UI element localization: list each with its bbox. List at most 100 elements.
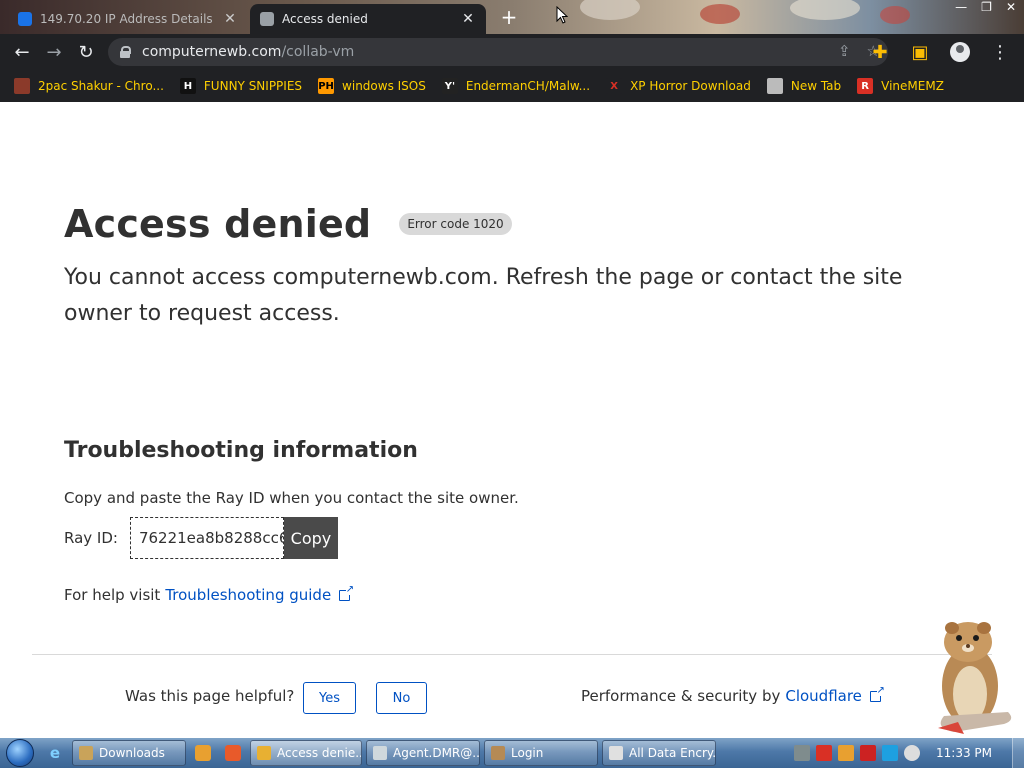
taskbar-window-label: Agent.DMR@... xyxy=(393,746,480,760)
cloudflare-link[interactable]: Cloudflare xyxy=(785,687,862,705)
wallpaper-splash xyxy=(700,4,740,24)
helpful-question: Was this page helpful? xyxy=(125,687,295,705)
taskbar-window-button[interactable]: Downloads xyxy=(72,740,186,766)
tab-title: 149.70.20 IP Address Details xyxy=(40,12,213,26)
ray-id-field[interactable]: 76221ea8b8288cc6 xyxy=(129,517,284,559)
bookmark-favicon-icon: PH xyxy=(318,78,335,94)
bookmark-label: FUNNY SNIPPIES xyxy=(203,79,303,93)
system-clock[interactable]: 11:33 PM xyxy=(936,746,992,760)
ray-id-row: Ray ID: 76221ea8b8288cc6 Copy xyxy=(64,517,338,559)
back-icon[interactable]: ← xyxy=(6,36,38,68)
mouse-cursor-icon xyxy=(556,6,568,24)
bookmark-item[interactable]: Y' EndermanCH/Malw... xyxy=(441,78,591,94)
bookmark-item[interactable]: PH windows ISOS xyxy=(318,78,426,94)
close-icon[interactable]: ✕ xyxy=(222,11,238,27)
taskbar-window-button[interactable]: Agent.DMR@... xyxy=(366,740,480,766)
bookmark-favicon-icon: X xyxy=(606,78,623,94)
taskbar-window-button[interactable]: Login xyxy=(484,740,598,766)
bookmark-favicon-icon: Y' xyxy=(441,78,458,94)
bookmark-label: windows ISOS xyxy=(342,79,426,93)
external-link-icon xyxy=(869,684,885,702)
windows-logo-icon xyxy=(6,739,34,767)
internet-explorer-icon[interactable]: e xyxy=(40,738,70,768)
copy-button[interactable]: Copy xyxy=(283,517,338,559)
menu-kebab-icon[interactable]: ⋮ xyxy=(984,36,1016,68)
antivirus-icon[interactable] xyxy=(816,745,832,761)
start-button[interactable] xyxy=(0,738,40,768)
yes-button[interactable]: Yes xyxy=(303,682,356,714)
wallpaper-splash xyxy=(790,0,860,20)
share-icon[interactable]: ⇪ xyxy=(838,42,851,60)
bookmarks-bar: 2pac Shakur - Chro... H FUNNY SNIPPIES PH wi… xyxy=(0,70,1024,102)
taskbar-window-button[interactable]: All Data Encry... xyxy=(602,740,716,766)
windows-taskbar: e Downloads Access denie... Agent.DMR@... L… xyxy=(0,738,1024,768)
bookmark-label: 2pac Shakur - Chro... xyxy=(38,79,164,93)
url-host: computernewb.com xyxy=(142,44,282,60)
footer-divider xyxy=(32,654,992,655)
taskbar-window-label: Login xyxy=(511,746,544,760)
tab-access-denied[interactable]: Access denied ✕ xyxy=(250,4,486,34)
ray-id-label: Ray ID: xyxy=(64,529,118,547)
system-tray: 11:33 PM xyxy=(788,738,1024,768)
help-row: For help visit Troubleshooting guide xyxy=(64,583,355,604)
window-app-icon xyxy=(373,746,387,760)
performance-credit: Performance & security by Cloudflare xyxy=(581,684,885,705)
url-path: /collab-vm xyxy=(281,44,355,60)
bookmark-item[interactable]: R VineMEMZ xyxy=(857,78,944,94)
bookmark-label: EndermanCH/Malw... xyxy=(465,79,591,93)
error-code-badge: Error code 1020 xyxy=(399,213,512,235)
bookmark-favicon-icon: H xyxy=(179,78,196,94)
new-tab-button[interactable]: + xyxy=(498,6,520,28)
profile-avatar[interactable] xyxy=(944,36,976,68)
bookmark-item[interactable]: New Tab xyxy=(766,78,841,94)
reload-icon[interactable]: ↻ xyxy=(70,36,102,68)
troubleshooting-guide-link[interactable]: Troubleshooting guide xyxy=(165,586,331,604)
window-app-icon xyxy=(491,746,505,760)
bookmark-favicon-icon xyxy=(14,78,30,94)
taskbar-window-button[interactable]: Access denie... xyxy=(250,740,362,766)
close-window-icon[interactable]: ✕ xyxy=(1006,0,1016,18)
speaker-icon[interactable] xyxy=(904,745,920,761)
close-icon[interactable]: ✕ xyxy=(460,11,476,27)
bookmark-item[interactable]: 2pac Shakur - Chro... xyxy=(14,78,164,94)
taskbar-window-label: All Data Encry... xyxy=(629,746,716,760)
maximize-icon[interactable]: ❐ xyxy=(981,0,992,18)
bookmark-item[interactable]: X XP Horror Download xyxy=(606,78,751,94)
address-bar[interactable]: computernewb.com/collab-vm ⇪ ☆ xyxy=(108,38,888,66)
quick-launch-icon[interactable] xyxy=(188,738,218,768)
show-desktop-button[interactable] xyxy=(1012,738,1024,768)
bookmark-favicon-icon xyxy=(766,78,783,94)
monitor-icon[interactable] xyxy=(882,745,898,761)
flag-icon[interactable] xyxy=(860,745,876,761)
side-panel-icon[interactable]: ▣ xyxy=(904,36,936,68)
page-title: Access denied xyxy=(64,202,372,246)
help-prefix: For help visit xyxy=(64,586,161,604)
window-controls: — ❐ ✕ xyxy=(955,0,1016,18)
lock-icon[interactable] xyxy=(120,46,131,58)
shield-icon xyxy=(18,12,32,26)
forward-icon[interactable]: → xyxy=(38,36,70,68)
tab-title: Access denied xyxy=(282,12,368,26)
bookmark-item[interactable]: H FUNNY SNIPPIES xyxy=(179,78,303,94)
app-icon xyxy=(225,745,241,761)
app-icon xyxy=(195,745,211,761)
browser-toolbar: ← → ↻ computernewb.com/collab-vm ⇪ ☆ ✚ ▣… xyxy=(0,34,1024,70)
network-icon[interactable] xyxy=(794,745,810,761)
minimize-icon[interactable]: — xyxy=(955,0,967,18)
window-app-icon xyxy=(609,746,623,760)
wallpaper-splash xyxy=(880,6,910,24)
window-app-icon xyxy=(257,746,271,760)
bookmark-label: XP Horror Download xyxy=(630,79,751,93)
bookmark-label: VineMEMZ xyxy=(881,79,944,93)
taskbar-window-label: Access denie... xyxy=(277,746,362,760)
window-app-icon xyxy=(79,746,93,760)
page-content: Access denied Error code 1020 You cannot… xyxy=(0,102,1024,738)
search-tool-icon[interactable] xyxy=(838,745,854,761)
extensions-icon[interactable]: ✚ xyxy=(864,36,896,68)
tab-ip-address-details[interactable]: 149.70.20 IP Address Details ✕ xyxy=(8,4,248,34)
no-button[interactable]: No xyxy=(376,682,427,714)
quick-launch-icon[interactable] xyxy=(218,738,248,768)
taskbar-window-label: Downloads xyxy=(99,746,165,760)
troubleshooting-heading: Troubleshooting information xyxy=(64,438,418,463)
access-message: You cannot access computernewb.com. Refr… xyxy=(64,265,903,326)
